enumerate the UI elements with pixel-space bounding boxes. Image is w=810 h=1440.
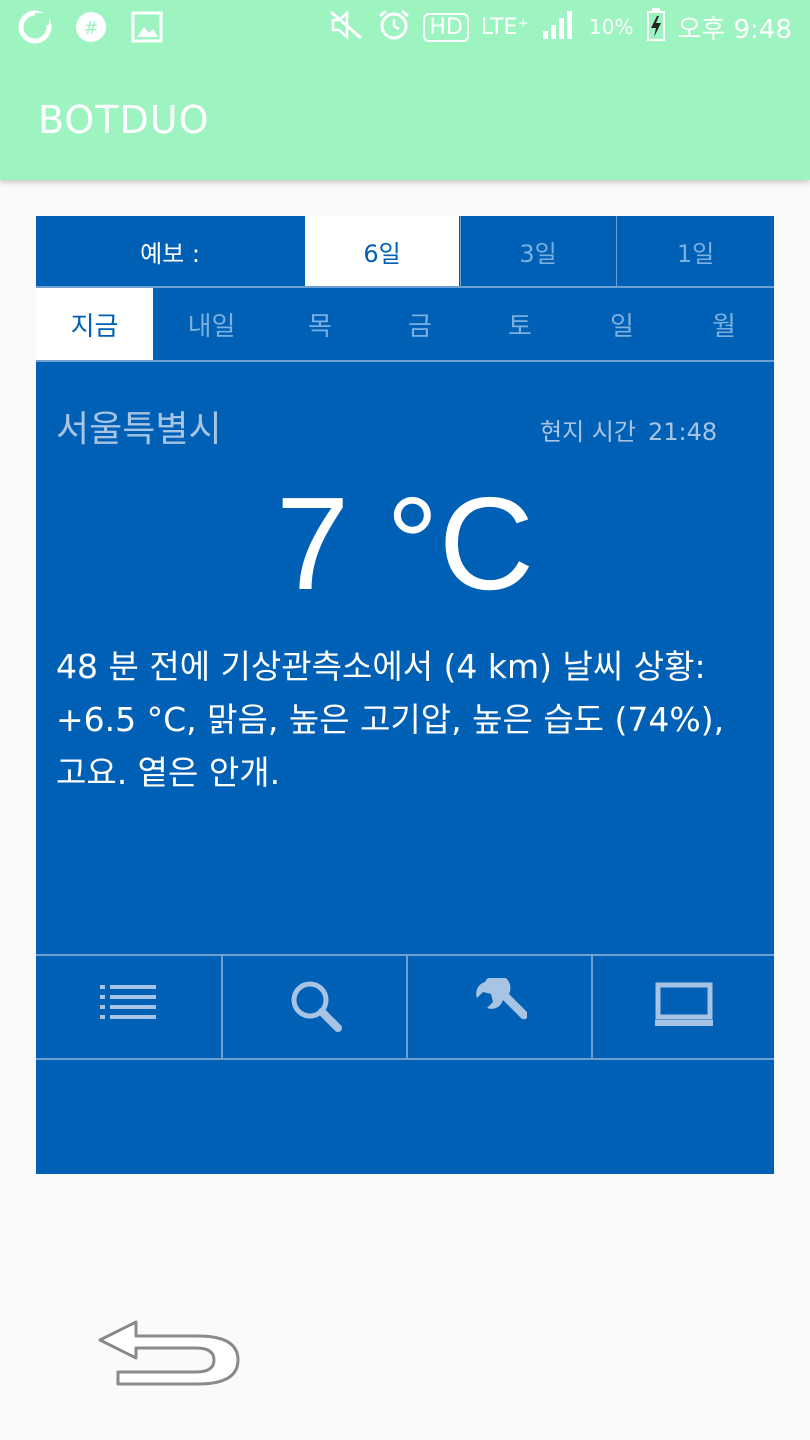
forecast-option-1-day[interactable]: 1일 — [616, 216, 774, 286]
divider — [36, 360, 774, 362]
status-bar: # HD LTE⁺ 10% 오후 9:48 — [0, 0, 810, 60]
hd-icon: HD — [423, 12, 469, 42]
settings-button[interactable] — [408, 956, 591, 1058]
search-button[interactable] — [223, 956, 406, 1058]
search-icon — [288, 978, 342, 1036]
battery-charging-icon — [646, 8, 666, 46]
panel-toolbar — [36, 954, 774, 1060]
city-name: 서울특별시 — [56, 409, 222, 450]
display-button[interactable] — [593, 956, 774, 1058]
back-arrow-icon — [96, 1320, 244, 1394]
tab-thursday[interactable]: 목 — [270, 288, 370, 360]
weather-description: 48 분 전에 기상관측소에서 (4 km) 날씨 상황: +6.5 °C, 맑… — [56, 647, 725, 792]
status-bar-left: # — [18, 10, 164, 44]
tab-sunday[interactable]: 일 — [570, 288, 674, 360]
chat-app-icon — [18, 10, 52, 44]
app-bar: BOTDUO — [0, 60, 810, 180]
forecast-label: 예보 : — [140, 239, 200, 268]
forecast-option-3-day[interactable]: 3일 — [460, 216, 615, 286]
settings-app-icon: # — [74, 10, 108, 44]
svg-text:#: # — [83, 18, 98, 39]
tab-saturday[interactable]: 토 — [470, 288, 570, 360]
mute-vibrate-icon — [329, 10, 365, 44]
app-title: BOTDUO — [38, 98, 210, 142]
signal-icon — [541, 9, 577, 45]
temperature: 7 °C — [275, 470, 535, 617]
local-time-value: 21:48 — [647, 418, 718, 446]
list-icon — [99, 983, 158, 1031]
list-button[interactable] — [36, 956, 221, 1058]
battery-percent: 10% — [589, 15, 634, 39]
alarm-icon — [377, 8, 411, 46]
tab-now[interactable]: 지금 — [36, 288, 153, 360]
back-button[interactable] — [96, 1316, 244, 1390]
tab-monday[interactable]: 월 — [674, 288, 774, 360]
tab-tomorrow[interactable]: 내일 — [153, 288, 270, 360]
local-time: 현지 시간 21:48 — [540, 412, 729, 447]
tab-friday[interactable]: 금 — [370, 288, 470, 360]
wrench-icon — [473, 974, 528, 1036]
day-tabs: 지금 내일 목 금 토 일 월 — [36, 288, 774, 360]
image-icon — [130, 10, 164, 44]
weather-panel: 예보 : 6일 3일 1일 지금 내일 목 금 토 일 월 서울특별시 현지 시… — [36, 216, 774, 1174]
clock: 오후 9:48 — [677, 14, 793, 45]
lte-icon: LTE⁺ — [480, 14, 530, 40]
forecast-option-6-day[interactable]: 6일 — [305, 216, 459, 286]
monitor-icon — [654, 982, 713, 1032]
status-bar-right: HD LTE⁺ 10% 오후 9:48 — [329, 8, 792, 46]
local-time-label: 현지 시간 — [540, 418, 636, 446]
forecast-selector: 예보 : 6일 3일 1일 — [36, 216, 774, 286]
